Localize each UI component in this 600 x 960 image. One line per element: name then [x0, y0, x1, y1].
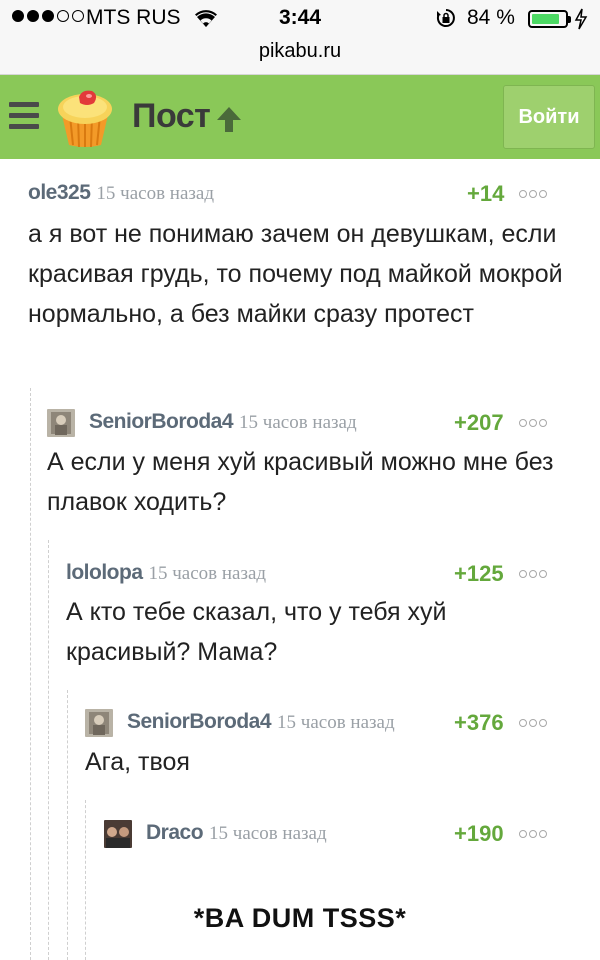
comment-rating: +376 — [454, 710, 504, 735]
battery-tip — [568, 16, 571, 23]
avatar[interactable] — [47, 409, 75, 437]
address-bar-url[interactable]: pikabu.ru — [0, 40, 600, 63]
comment-time: 15 часов назад — [239, 412, 357, 433]
thread-line — [30, 388, 31, 960]
thread-line — [85, 800, 86, 960]
thread-line — [48, 540, 49, 960]
more-options-icon[interactable] — [519, 415, 549, 430]
more-options-icon[interactable] — [519, 186, 549, 201]
comment-author[interactable]: SeniorBoroda4 — [127, 710, 272, 733]
cupcake-logo-icon[interactable] — [52, 85, 118, 151]
comment-author[interactable]: SeniorBoroda4 — [89, 410, 234, 433]
avatar[interactable] — [85, 709, 113, 737]
comment-rating: +14 — [467, 181, 505, 206]
comment-time: 15 часов назад — [277, 712, 395, 733]
rotation-lock-icon — [436, 9, 455, 27]
comment-time: 15 часов назад — [148, 563, 267, 584]
menu-icon[interactable] — [9, 102, 39, 130]
comment-rating: +125 — [454, 561, 504, 586]
up-arrow-icon[interactable] — [214, 105, 244, 133]
caption: *BA DUM TSSS* — [193, 903, 407, 933]
site-header: Пост Войти — [0, 75, 600, 159]
more-options-icon[interactable] — [519, 826, 549, 841]
battery-percent: 84 % — [467, 6, 515, 29]
status-bar: MTS RUS 3:44 84 % pikabu.ru — [0, 0, 600, 75]
more-options-icon[interactable] — [519, 566, 549, 581]
comment-text: А кто тебе сказал, что у тебя хуй красив… — [66, 598, 447, 666]
comment-author[interactable]: Draco — [146, 821, 204, 844]
charging-icon — [574, 8, 588, 30]
battery-icon — [528, 10, 568, 28]
login-button[interactable]: Войти — [503, 85, 595, 149]
comment-text: А если у меня хуй красивый можно мне без… — [47, 448, 554, 516]
page-title: Пост — [132, 97, 211, 135]
avatar[interactable] — [104, 820, 132, 848]
comment-time: 15 часов назад — [96, 183, 214, 204]
more-options-icon[interactable] — [519, 715, 549, 730]
comment-time: 15 часов назад — [209, 823, 327, 844]
comment-text: а я вот не понимаю зачем он девушкам, ес… — [28, 220, 563, 328]
comment-text: Ага, твоя — [85, 748, 190, 776]
comment-author[interactable]: ole325 — [28, 181, 91, 204]
comment-rating: +190 — [454, 821, 504, 846]
comment-rating: +207 — [454, 410, 504, 435]
comment-author[interactable]: lololopa — [66, 561, 143, 584]
